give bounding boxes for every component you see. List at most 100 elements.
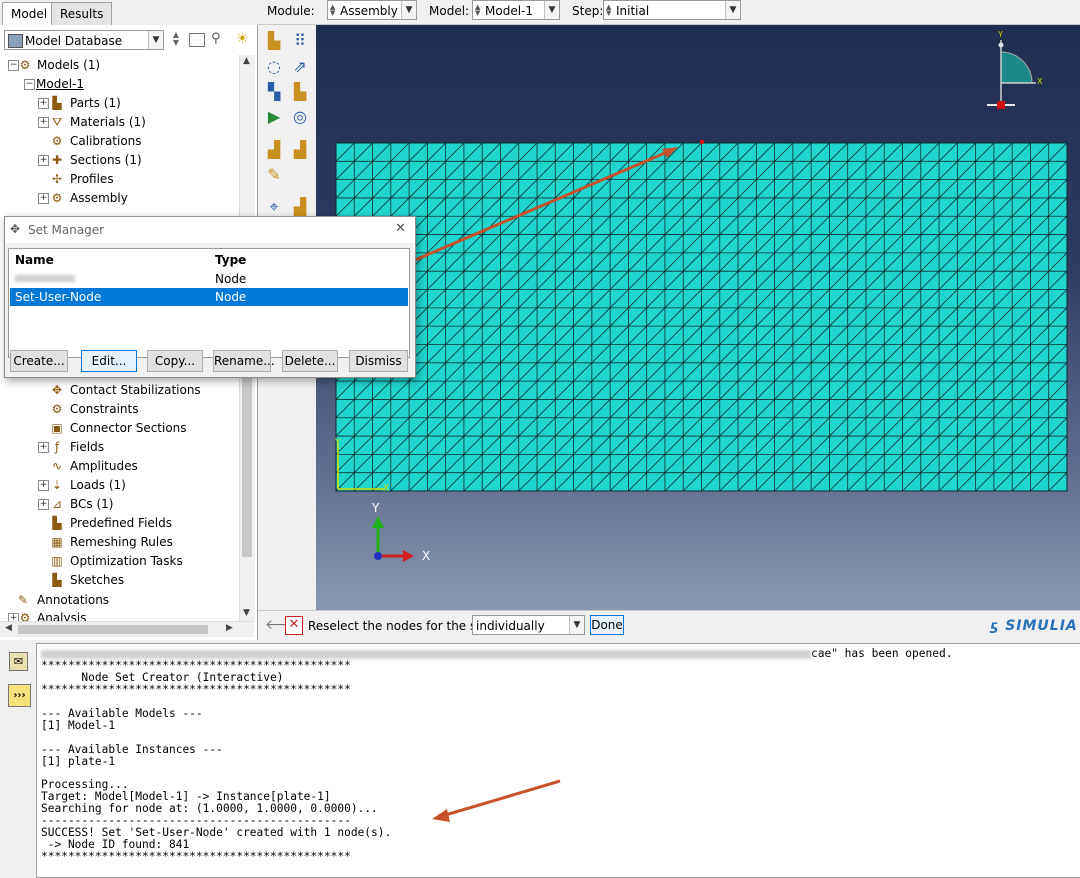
- tree-item-connector-sections[interactable]: ▣ Connector Sections: [0, 419, 238, 437]
- tree-item-contact-stabilizations[interactable]: ✥ Contact Stabilizations: [0, 381, 238, 399]
- optimization-tasks-icon: ▥: [51, 554, 63, 568]
- tree-item-amplitudes[interactable]: ∿ Amplitudes: [0, 457, 238, 475]
- tree-item-assembly[interactable]: + ⚙ Assembly: [0, 189, 238, 207]
- delete-button[interactable]: Delete...: [282, 350, 338, 372]
- expand-icon[interactable]: +: [38, 499, 49, 510]
- pattern-icon[interactable]: ⠿: [290, 31, 310, 51]
- viewport[interactable]: Y X Y X Y X: [316, 25, 1080, 610]
- set-row[interactable]: Node: [10, 270, 408, 288]
- fields-icon: ƒ: [54, 440, 60, 454]
- done-button[interactable]: Done: [590, 615, 624, 635]
- tree-item-label: Loads (1): [70, 478, 126, 492]
- tree-item-models[interactable]: − ⚙ Models (1): [0, 56, 238, 74]
- scroll-left-icon[interactable]: ◀: [5, 623, 12, 633]
- expand-icon[interactable]: +: [38, 155, 49, 166]
- position-icon[interactable]: ▟: [290, 197, 310, 217]
- selection-method-combo[interactable]: individually ▼: [472, 615, 585, 635]
- scroll-down-icon[interactable]: ▼: [243, 608, 250, 618]
- set-row-selected[interactable]: Set-User-Node Node: [10, 288, 408, 306]
- model-combo[interactable]: ▲ ▼ Model-1 ▼: [472, 0, 560, 20]
- message-area-icon[interactable]: ✉: [9, 652, 28, 671]
- module-value: Assembly: [340, 4, 398, 18]
- tree-item-calibrations[interactable]: ⚙ Calibrations: [0, 132, 238, 150]
- message-area[interactable]: cae" has been opened. ******************…: [36, 643, 1080, 878]
- tree-item-parts[interactable]: + ▙ Parts (1): [0, 94, 238, 112]
- merge-icon[interactable]: ▶: [264, 107, 284, 127]
- prompt-bar: 🡐 ✕ Reselect the nodes for the set indiv…: [258, 610, 1080, 641]
- edit-button[interactable]: Edit...: [81, 350, 137, 372]
- model-database-combo[interactable]: Model Database ▼: [4, 30, 164, 50]
- module-combo[interactable]: ▲ ▼ Assembly ▼: [327, 0, 417, 20]
- scroll-right-icon[interactable]: ▶: [226, 623, 233, 633]
- tree-horizontal-scrollbar[interactable]: ◀ ▶: [0, 621, 254, 637]
- tree-item-model-1[interactable]: − Model-1: [0, 75, 238, 93]
- tree-item-fields[interactable]: + ƒ Fields: [0, 438, 238, 456]
- expand-icon[interactable]: +: [38, 480, 49, 491]
- assembly-icon: ⚙: [51, 191, 63, 205]
- tree-item-sections[interactable]: + ✚ Sections (1): [0, 151, 238, 169]
- cancel-x-icon[interactable]: ✕: [285, 616, 303, 635]
- expand-icon[interactable]: +: [38, 98, 49, 109]
- copy-button[interactable]: Copy...: [147, 350, 203, 372]
- tree-item-sketches[interactable]: ▙ Sketches: [0, 571, 238, 589]
- linear-pattern-icon[interactable]: ▚: [264, 82, 284, 102]
- boolean-icon[interactable]: ◎: [290, 107, 310, 127]
- module-label: Module:: [267, 4, 315, 18]
- tree-item-profiles[interactable]: ✢ Profiles: [0, 170, 238, 188]
- constraints-icon: ⚙: [51, 402, 63, 416]
- tree-item-remeshing-rules[interactable]: ▦ Remeshing Rules: [0, 533, 238, 551]
- create-instance-icon[interactable]: ▙: [264, 31, 284, 51]
- tree-item-label: Assembly: [70, 191, 128, 205]
- kernel-command-icon[interactable]: ›››: [8, 684, 31, 707]
- set-list[interactable]: Name Type Node Set-User-Node Node: [8, 248, 410, 358]
- folder-up-icon[interactable]: [189, 33, 205, 47]
- dialog-titlebar[interactable]: ✥ Set Manager ✕: [5, 217, 415, 243]
- filter-icon[interactable]: ⚲: [211, 31, 227, 47]
- rotate-icon[interactable]: ◌: [264, 57, 284, 77]
- message-line: ****************************************…: [41, 682, 351, 696]
- spin-icon: ▲ ▼: [606, 3, 612, 17]
- tree-item-optimization-tasks[interactable]: ▥ Optimization Tasks: [0, 552, 238, 570]
- dialog-title: Set Manager: [28, 223, 105, 237]
- chevron-down-icon: ▼: [148, 31, 163, 49]
- expand-icon[interactable]: +: [38, 193, 49, 204]
- lightbulb-icon[interactable]: ☀: [236, 30, 252, 48]
- close-icon[interactable]: ✕: [395, 221, 406, 236]
- edit-feature-icon[interactable]: ✎: [264, 165, 284, 185]
- step-combo[interactable]: ▲ ▼ Initial ▼: [603, 0, 741, 20]
- expand-icon[interactable]: +: [38, 117, 49, 128]
- scroll-up-icon[interactable]: ▲: [243, 56, 250, 66]
- tree-item-annotations[interactable]: ✎ Annotations: [0, 591, 238, 609]
- spin-icon: ▲ ▼: [330, 3, 336, 17]
- rename-button[interactable]: Rename...: [213, 350, 275, 372]
- tab-model[interactable]: Model: [2, 2, 57, 26]
- collapse-icon[interactable]: −: [24, 79, 35, 90]
- view-compass-icon[interactable]: [987, 40, 1036, 109]
- tree-item-loads[interactable]: + ⇣ Loads (1): [0, 476, 238, 494]
- contact-stabilizations-icon: ✥: [51, 383, 63, 397]
- profiles-icon: ✢: [51, 172, 63, 186]
- parallel-face-icon[interactable]: ▟: [264, 140, 284, 160]
- tree-item-predefined-fields[interactable]: ▙ Predefined Fields: [0, 514, 238, 532]
- back-arrow-icon[interactable]: 🡐: [265, 617, 303, 633]
- predefined-fields-icon: ▙: [52, 516, 62, 530]
- tab-results[interactable]: Results: [51, 2, 113, 25]
- compass-x-label: X: [1037, 77, 1043, 86]
- create-button[interactable]: Create...: [10, 350, 68, 372]
- query-icon[interactable]: ⌖: [264, 197, 284, 217]
- translate-icon[interactable]: ⇗: [290, 57, 310, 77]
- tree-item-bcs[interactable]: + ⊿ BCs (1): [0, 495, 238, 513]
- connector-sections-icon: ▣: [51, 421, 63, 435]
- scroll-thumb[interactable]: [18, 625, 208, 634]
- expand-icon[interactable]: +: [38, 442, 49, 453]
- tree-item-constraints[interactable]: ⚙ Constraints: [0, 400, 238, 418]
- tree-item-label: Sketches: [70, 573, 125, 587]
- constraint-icon[interactable]: ▙: [290, 82, 310, 102]
- tree-item-label: Materials (1): [70, 115, 146, 129]
- sort-icon[interactable]: ▲ ▼: [170, 31, 182, 49]
- coaxial-icon[interactable]: ▟: [290, 140, 310, 160]
- chevron-down-icon: ▼: [401, 1, 416, 19]
- dismiss-button[interactable]: Dismiss: [349, 350, 408, 372]
- tree-item-materials[interactable]: + ⛛ Materials (1): [0, 113, 238, 131]
- mesh-plate[interactable]: [335, 142, 1068, 492]
